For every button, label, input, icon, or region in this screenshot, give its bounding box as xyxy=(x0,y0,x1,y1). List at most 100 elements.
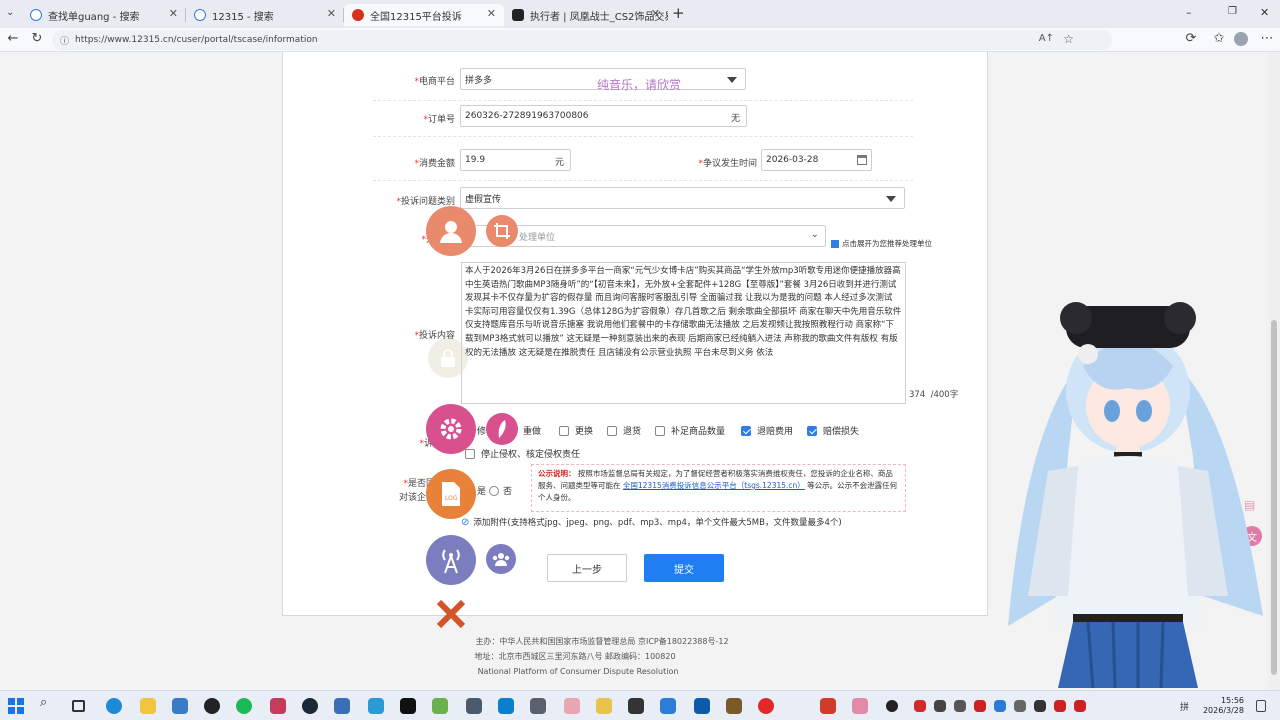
tray-icon[interactable] xyxy=(914,700,926,712)
new-tab-button[interactable]: + xyxy=(672,4,685,22)
gear-icon[interactable] xyxy=(426,404,476,454)
order-none-option[interactable]: 无 xyxy=(731,111,740,124)
back-arrow-icon[interactable]: ← xyxy=(4,31,22,46)
refresh-tabs-icon[interactable]: ⟳ xyxy=(1182,31,1200,46)
avatar[interactable] xyxy=(1234,32,1248,46)
log-file-icon[interactable]: LOG xyxy=(426,469,476,519)
checkbox[interactable] xyxy=(465,448,475,459)
app-icon[interactable] xyxy=(694,698,710,714)
user-icon[interactable] xyxy=(426,206,476,256)
app-icon[interactable] xyxy=(758,698,774,714)
demand-stop-infringement[interactable]: 停止侵权、核定侵权责任 xyxy=(465,447,580,460)
group-users-icon[interactable] xyxy=(486,544,516,574)
app-icon[interactable] xyxy=(368,698,384,714)
app-icon[interactable] xyxy=(432,698,448,714)
tray-icon[interactable] xyxy=(886,700,898,712)
maximize-button[interactable]: ❐ xyxy=(1228,6,1237,17)
option-label: 退赔费用 xyxy=(757,427,794,437)
disclose-no-radio[interactable]: 否 xyxy=(489,484,512,497)
tab-bing-search-1[interactable]: 查找单guang - 搜索 ✕ xyxy=(22,4,186,26)
tab-12315-complaint[interactable]: 全国12315平台投诉 ✕ xyxy=(344,4,504,26)
tray-icon[interactable] xyxy=(1054,700,1066,712)
reload-icon[interactable]: ↻ xyxy=(28,31,46,46)
app-icon[interactable] xyxy=(596,698,612,714)
app-icon[interactable] xyxy=(530,698,546,714)
tray-icon[interactable] xyxy=(1034,700,1046,712)
app-icon[interactable] xyxy=(204,698,220,714)
tab-actions-chevron-icon[interactable]: ⌄ xyxy=(6,7,14,18)
vertical-scrollbar[interactable] xyxy=(1268,52,1280,690)
tray-icon[interactable] xyxy=(1014,700,1026,712)
category-select[interactable]: 虚假宣传 xyxy=(460,187,905,209)
tab-close-icon[interactable]: ✕ xyxy=(327,7,336,20)
prev-step-button[interactable]: 上一步 xyxy=(547,554,627,582)
radio[interactable] xyxy=(489,485,499,496)
favorite-star-icon[interactable]: ☆ xyxy=(1063,32,1074,46)
notice-link[interactable]: 全国12315消费投诉信息公示平台（tsgs.12315.cn） xyxy=(623,481,805,490)
start-windows-icon[interactable] xyxy=(8,698,24,714)
checkbox[interactable] xyxy=(559,425,569,436)
app-icon[interactable] xyxy=(334,698,350,714)
tab-close-icon[interactable]: ✕ xyxy=(487,7,496,20)
checkbox[interactable] xyxy=(655,425,665,436)
close-window-button[interactable]: ✕ xyxy=(1260,6,1269,19)
demand-make-up-quantity[interactable]: 补足商品数量 xyxy=(655,424,725,437)
recommend-handler-link[interactable]: 点击展开为您推荐处理单位 xyxy=(831,238,932,249)
demand-return[interactable]: 退货 xyxy=(607,424,641,437)
crop-icon[interactable] xyxy=(486,215,518,247)
demand-replace[interactable]: 更换 xyxy=(559,424,593,437)
address-bar[interactable]: ⓘ https://www.12315.cn/cuser/portal/tsca… xyxy=(52,30,1112,50)
ime-indicator[interactable]: 拼 xyxy=(1180,700,1189,713)
tray-icon[interactable] xyxy=(934,700,946,712)
order-number-input[interactable]: 260326-272891963700806 无 xyxy=(460,105,747,127)
steam-icon[interactable] xyxy=(302,698,318,714)
app-icon[interactable] xyxy=(498,698,514,714)
demand-compensation[interactable]: 赔偿损失 xyxy=(807,424,859,437)
app-icon[interactable] xyxy=(172,698,188,714)
task-view-icon[interactable] xyxy=(72,700,85,712)
app-icon[interactable] xyxy=(628,698,644,714)
minimize-button[interactable]: – xyxy=(1186,6,1192,19)
tray-icon[interactable] xyxy=(1074,700,1086,712)
edge-browser-icon[interactable] xyxy=(106,698,122,714)
submit-button[interactable]: 提交 xyxy=(644,554,724,582)
app-icon[interactable] xyxy=(564,698,580,714)
calendar-icon[interactable] xyxy=(857,155,867,165)
app-icon[interactable] xyxy=(726,698,742,714)
feather-icon[interactable] xyxy=(486,413,518,445)
demand-repair[interactable]: 修 xyxy=(477,424,486,437)
favorites-icon[interactable]: ✩ xyxy=(1210,31,1228,46)
close-overlay-icon[interactable] xyxy=(434,597,468,631)
tab-cs2-skins[interactable]: 执行者 | 凤凰战士_CS2饰品交易_网 ✕ xyxy=(504,4,668,26)
file-explorer-icon[interactable] xyxy=(140,698,156,714)
app-icon[interactable] xyxy=(660,698,676,714)
app-icon[interactable] xyxy=(852,698,868,714)
spotify-icon[interactable] xyxy=(236,698,252,714)
demand-refund[interactable]: 退赔费用 xyxy=(741,424,793,437)
complaint-content-textarea[interactable]: 本人于2026年3月26日在拼多多平台一商家“元气少女博卡店”购买其商品“学生外… xyxy=(461,262,906,404)
tray-icon[interactable] xyxy=(994,700,1006,712)
checkbox-checked[interactable] xyxy=(807,425,817,436)
more-menu-icon[interactable]: ⋯ xyxy=(1258,31,1276,46)
amount-input[interactable]: 19.9 元 xyxy=(460,149,571,171)
app-icon[interactable] xyxy=(466,698,482,714)
add-attachment-link[interactable]: ⊘ 添加附件(支持格式jpg、jpeg、png、pdf、mp3、mp4，单个文件… xyxy=(461,516,842,529)
notification-icon[interactable] xyxy=(1256,700,1266,712)
broadcast-icon[interactable] xyxy=(426,535,476,585)
app-icon[interactable] xyxy=(820,698,836,714)
system-clock[interactable]: 15:56 2026/3/28 xyxy=(1203,696,1244,716)
search-icon[interactable]: ⌕ xyxy=(40,695,56,711)
checkbox[interactable] xyxy=(607,425,617,436)
tab-bing-search-2[interactable]: 12315 - 搜索 ✕ xyxy=(186,4,344,26)
tray-icon[interactable] xyxy=(954,700,966,712)
app-icon[interactable] xyxy=(270,698,286,714)
dispute-date-input[interactable]: 2026-03-28 xyxy=(761,149,872,171)
tab-close-icon[interactable]: ✕ xyxy=(651,7,660,20)
tray-icon[interactable] xyxy=(974,700,986,712)
read-aloud-icon[interactable]: A↑ xyxy=(1039,33,1054,44)
tab-close-icon[interactable]: ✕ xyxy=(169,7,178,20)
checkbox-checked[interactable] xyxy=(741,425,751,436)
app-icon[interactable] xyxy=(400,698,416,714)
scrollbar-thumb[interactable] xyxy=(1271,320,1277,675)
disclose-yes-radio[interactable]: 是 xyxy=(477,484,486,497)
